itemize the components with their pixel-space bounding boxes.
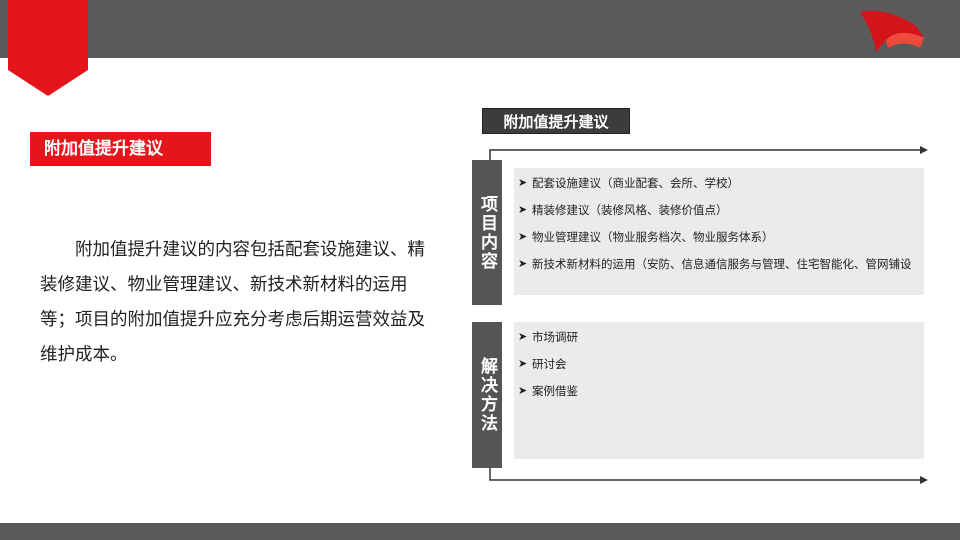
list-item: ➤ 研讨会 [518,355,916,373]
list-item-text: 配套设施建议（商业配套、会所、学校） [532,176,739,190]
list-item-text: 物业管理建议（物业服务档次、物业服务体系） [532,230,774,244]
list-item: ➤ 市场调研 [518,328,916,346]
panel-title: 附加值提升建议 [482,108,630,134]
list-item: ➤ 物业管理建议（物业服务档次、物业服务体系） [518,228,916,246]
red-bookmark-tab [8,0,88,96]
chevron-right-icon: ➤ [518,330,528,343]
group-label-project-content: 项目内容 [472,160,502,305]
red-flag-logo-icon [860,10,924,52]
chevron-right-icon: ➤ [518,257,528,270]
list-item: ➤ 精装修建议（装修风格、装修价值点） [518,201,916,219]
list-item-text: 市场调研 [532,330,578,344]
list-item-text: 精装修建议（装修风格、装修价值点） [532,203,728,217]
solution-method-box: ➤ 市场调研 ➤ 研讨会 ➤ 案例借鉴 [514,322,924,459]
list-item: ➤ 配套设施建议（商业配套、会所、学校） [518,174,916,192]
chevron-right-icon: ➤ [518,384,528,397]
section-label: 附加值提升建议 [30,132,211,166]
intro-paragraph: 附加值提升建议的内容包括配套设施建议、精装修建议、物业管理建议、新技术新材料的运… [40,240,425,365]
chevron-right-icon: ➤ [518,176,528,189]
group-label-text: 项目内容 [477,194,497,271]
chevron-right-icon: ➤ [518,230,528,243]
group-label-solution-method: 解决方法 [472,322,502,468]
project-content-box: ➤ 配套设施建议（商业配套、会所、学校） ➤ 精装修建议（装修风格、装修价值点）… [514,168,924,295]
chevron-right-icon: ➤ [518,357,528,370]
list-item: ➤ 案例借鉴 [518,382,916,400]
list-item-text: 案例借鉴 [532,384,578,398]
top-bar [0,0,960,58]
list-item: ➤ 新技术新材料的运用（安防、信息通信服务与管理、住宅智能化、管网铺设 [518,255,916,273]
list-item-text: 研讨会 [532,357,567,371]
chevron-right-icon: ➤ [518,203,528,216]
bottom-bar [0,523,960,540]
list-item-text: 新技术新材料的运用（安防、信息通信服务与管理、住宅智能化、管网铺设 [532,257,912,271]
group-label-text: 解决方法 [477,357,497,433]
